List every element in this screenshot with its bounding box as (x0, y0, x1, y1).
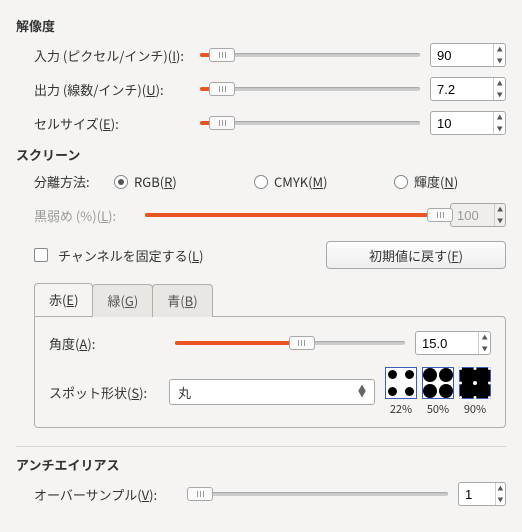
black-pullout-slider (145, 207, 440, 223)
radio-luminance[interactable]: 輝度(N) (394, 172, 458, 191)
spot-caption-50: 50% (427, 401, 449, 417)
tab-blue[interactable]: 青(B) (152, 284, 212, 317)
spot-preview-90 (459, 367, 491, 399)
oversample-row: オーバーサンプル(V): ▲▼ (16, 482, 506, 506)
up-arrow-icon[interactable]: ▲ (494, 78, 505, 89)
spot-previews: 22% 50% (385, 367, 491, 417)
input-slider[interactable] (200, 47, 420, 63)
cellsize-row: セルサイズ(E): ▲▼ (16, 111, 506, 135)
chevron-updown-icon: ▲▼ (358, 386, 366, 398)
radio-icon (254, 175, 268, 189)
radio-icon (394, 175, 408, 189)
cellsize-slider[interactable] (200, 115, 420, 131)
radio-icon (114, 175, 128, 189)
separation-method-row: 分離方法: RGB(R) CMYK(M) 輝度(N) (16, 172, 506, 191)
spot-preview-22 (385, 367, 417, 399)
separation-method-label: 分離方法: (34, 172, 114, 191)
output-row: 出力 (線数/インチ)(U): ▲▼ (16, 77, 506, 101)
down-arrow-icon[interactable]: ▼ (494, 123, 505, 134)
angle-label: 角度(A): (49, 334, 169, 353)
channel-panel: 角度(A): ▲▼ スポット形状(S): 丸 ▲▼ (34, 316, 506, 428)
black-pullout-value (451, 204, 494, 226)
separator (16, 446, 506, 447)
spot-row: スポット形状(S): 丸 ▲▼ 22% (49, 367, 491, 417)
output-value[interactable] (431, 78, 493, 100)
screen-title: スクリーン (16, 145, 506, 164)
output-spinner[interactable]: ▲▼ (430, 77, 506, 101)
tab-green[interactable]: 緑(G) (92, 284, 153, 317)
lock-channels-row: チャンネルを固定する(L) 初期値に戻す(F) (16, 241, 506, 269)
radio-cmyk[interactable]: CMYK(M) (254, 172, 394, 191)
up-arrow-icon[interactable]: ▲ (494, 112, 505, 123)
spot-shape-value: 丸 (178, 383, 191, 402)
up-arrow-icon[interactable]: ▲ (479, 332, 490, 343)
cellsize-spinner[interactable]: ▲▼ (430, 111, 506, 135)
spot-caption-22: 22% (390, 401, 412, 417)
input-label: 入力 (ピクセル/インチ)(I): (34, 46, 194, 65)
cellsize-label: セルサイズ(E): (34, 114, 194, 133)
angle-spinner[interactable]: ▲▼ (415, 331, 491, 355)
oversample-value[interactable] (459, 483, 495, 505)
input-row: 入力 (ピクセル/インチ)(I): ▲▼ (16, 43, 506, 67)
resolution-title: 解像度 (16, 16, 506, 35)
angle-value[interactable] (416, 332, 478, 354)
up-arrow-icon[interactable]: ▲ (494, 44, 505, 55)
spot-caption-90: 90% (464, 401, 486, 417)
oversample-slider[interactable] (200, 486, 448, 502)
lock-channels-checkbox[interactable] (34, 248, 48, 262)
tab-red[interactable]: 赤(E) (34, 283, 93, 316)
spot-preview-50 (422, 367, 454, 399)
radio-rgb[interactable]: RGB(R) (114, 172, 254, 191)
oversample-label: オーバーサンプル(V): (34, 485, 194, 504)
down-arrow-icon[interactable]: ▼ (494, 55, 505, 66)
up-arrow-icon: ▲ (495, 204, 505, 215)
down-arrow-icon[interactable]: ▼ (496, 494, 505, 505)
black-pullout-row: 黒弱め (%)(L): ▲▼ (16, 203, 506, 227)
up-arrow-icon[interactable]: ▲ (496, 483, 505, 494)
reset-defaults-button[interactable]: 初期値に戻す(F) (326, 241, 506, 269)
output-slider[interactable] (200, 81, 420, 97)
input-value[interactable] (431, 44, 493, 66)
down-arrow-icon: ▼ (495, 215, 505, 226)
down-arrow-icon[interactable]: ▼ (494, 89, 505, 100)
spot-label: スポット形状(S): (49, 383, 169, 402)
spot-shape-select[interactable]: 丸 ▲▼ (169, 379, 375, 405)
output-label: 出力 (線数/インチ)(U): (34, 80, 194, 99)
angle-slider[interactable] (175, 335, 405, 351)
down-arrow-icon[interactable]: ▼ (479, 343, 490, 354)
lock-channels-label: チャンネルを固定する(L) (58, 246, 203, 265)
black-pullout-spinner: ▲▼ (450, 203, 506, 227)
antialias-title: アンチエイリアス (16, 455, 506, 474)
black-pullout-label: 黒弱め (%)(L): (34, 206, 139, 225)
channel-tabs: 赤(E) 緑(G) 青(B) (34, 283, 506, 316)
oversample-spinner[interactable]: ▲▼ (458, 482, 506, 506)
input-spinner[interactable]: ▲▼ (430, 43, 506, 67)
cellsize-value[interactable] (431, 112, 493, 134)
angle-row: 角度(A): ▲▼ (49, 331, 491, 355)
